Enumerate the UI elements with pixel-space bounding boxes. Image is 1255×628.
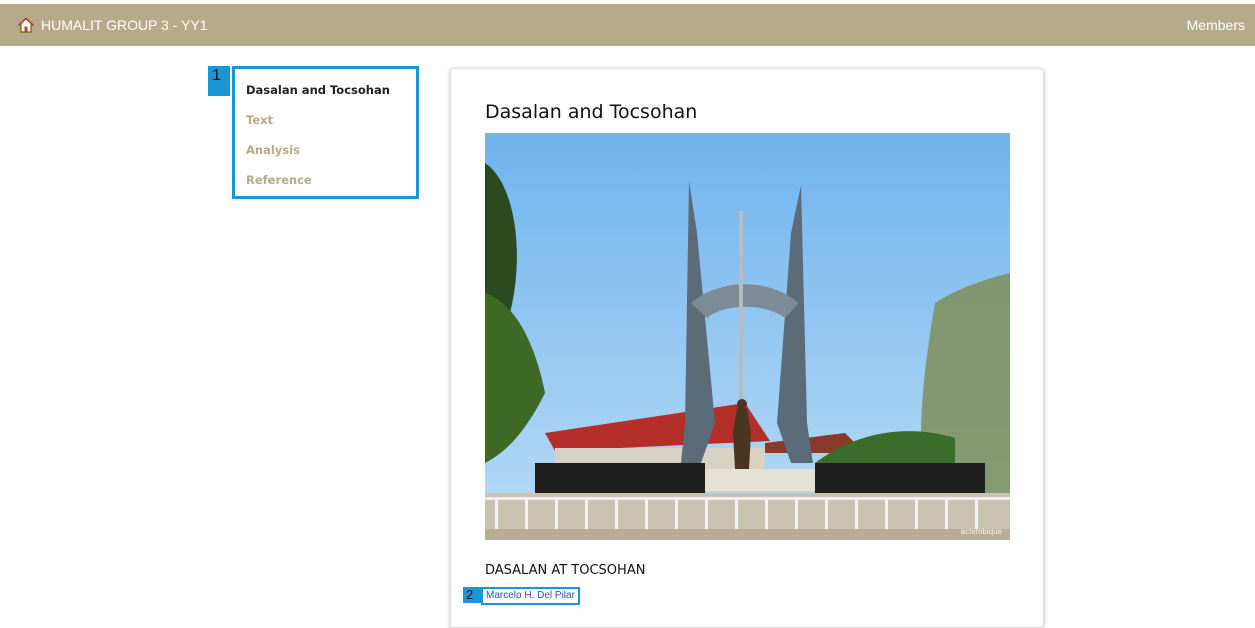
sidebar-item-reference[interactable]: Reference <box>246 170 416 200</box>
brand-link[interactable]: HUMALIT GROUP 3 - YY1 <box>10 17 208 33</box>
content-card: Dasalan and Tocsohan actembique DASALAN … <box>450 68 1044 628</box>
brand-label: HUMALIT GROUP 3 - YY1 <box>41 17 208 33</box>
author-link[interactable]: Marcelo H. Del Pilar <box>481 587 580 605</box>
sidebar-item-analysis[interactable]: Analysis <box>246 140 416 170</box>
sidebar-nav: Dasalan and Tocsohan Text Analysis Refer… <box>232 66 419 199</box>
sidebar-item-dasalan-and-tocsohan[interactable]: Dasalan and Tocsohan <box>246 80 416 110</box>
section-heading: DASALAN AT TOCSOHAN <box>485 563 646 578</box>
sidebar-item-text[interactable]: Text <box>246 110 416 140</box>
page-title: Dasalan and Tocsohan <box>485 101 698 123</box>
monument-photo: actembique <box>485 133 1010 540</box>
annotation-badge-1: 1 <box>208 66 230 96</box>
photo-watermark: actembique <box>960 527 1002 536</box>
annotation-badge-2: 2 <box>463 587 481 603</box>
members-link[interactable]: Members <box>1187 17 1245 33</box>
home-icon <box>18 17 34 33</box>
top-navbar: HUMALIT GROUP 3 - YY1 Members <box>0 4 1255 46</box>
